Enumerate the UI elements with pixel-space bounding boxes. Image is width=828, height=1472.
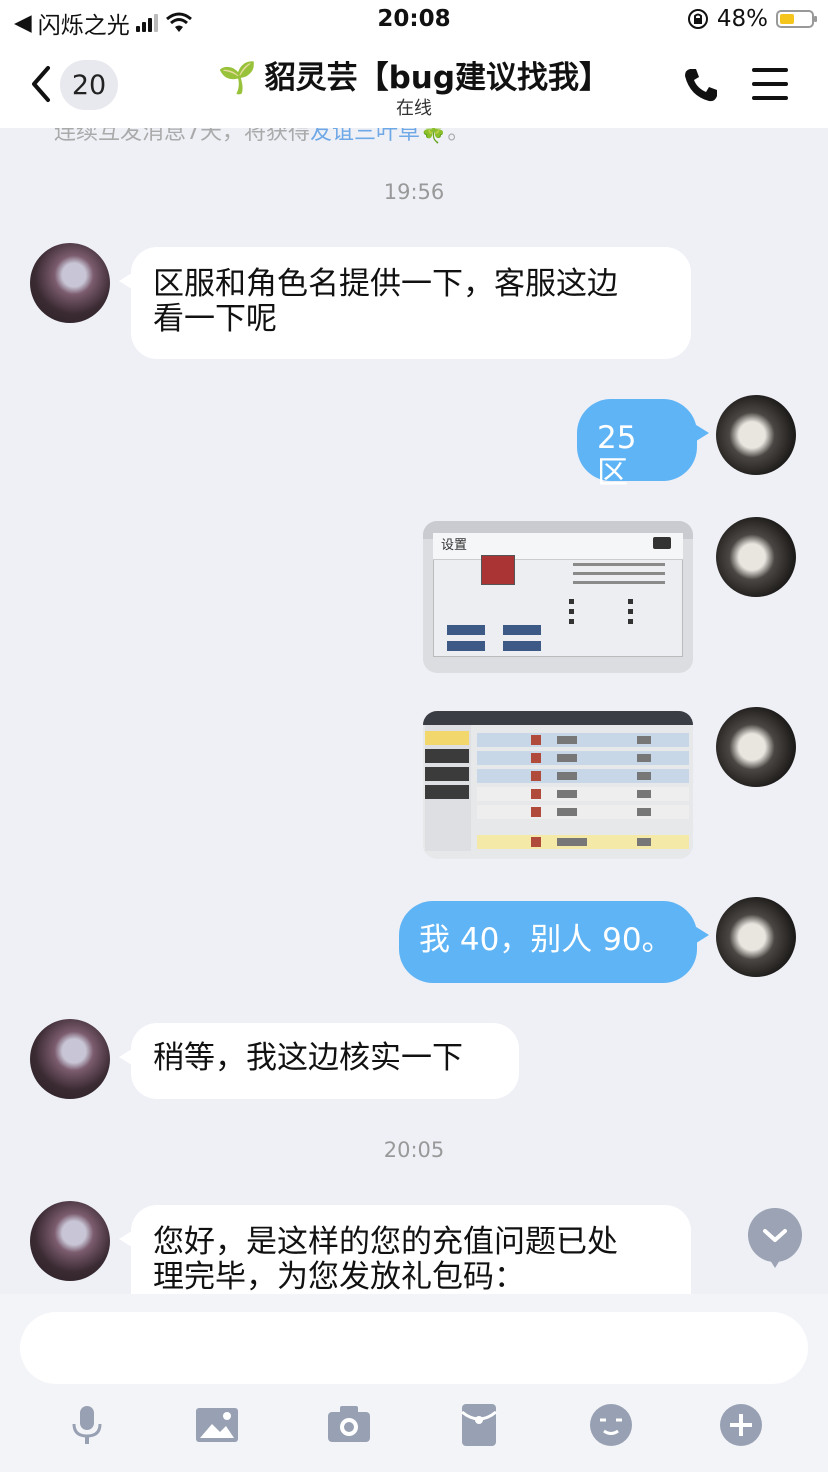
- image-icon[interactable]: [194, 1402, 240, 1448]
- rotation-lock-icon: [687, 9, 708, 29]
- red-packet-icon[interactable]: [456, 1402, 502, 1448]
- message-text: 25 区: [597, 420, 637, 491]
- message-bubble-outgoing[interactable]: 我 40，别人 90。: [399, 901, 709, 983]
- avatar[interactable]: [716, 897, 796, 977]
- avatar[interactable]: [30, 1019, 110, 1099]
- microphone-icon[interactable]: [64, 1402, 110, 1448]
- status-bar: ◀ 闪烁之光 20:08 48%: [0, 0, 828, 42]
- message-text: 我 40，别人 90。: [419, 922, 673, 958]
- message-input[interactable]: [20, 1312, 808, 1384]
- battery-percent: 48%: [716, 6, 768, 32]
- battery-icon: [776, 10, 817, 28]
- system-notice-text: 连续互发消息7天，将获得: [54, 128, 310, 145]
- message-bubble-incoming[interactable]: 稍等，我这边核实一下: [119, 1023, 519, 1099]
- emoji-icon[interactable]: [588, 1402, 634, 1448]
- message-bubble-outgoing[interactable]: 25 区: [577, 399, 709, 491]
- clover-icon-text: 🍀。: [420, 128, 470, 145]
- message-text: 区服和角色名提供一下，客服这边: [153, 266, 618, 302]
- chat-header: 20 🌱 貂灵芸【bug建议找我】 在线: [0, 42, 828, 128]
- composer: [0, 1294, 828, 1472]
- chevron-down-icon: [763, 1229, 787, 1242]
- message-bubble-incoming[interactable]: 区服和角色名提供一下，客服这边 看一下呢: [119, 247, 691, 359]
- avatar[interactable]: [716, 395, 796, 475]
- battery-fill: [780, 14, 795, 24]
- timestamp: 19:56: [383, 180, 445, 204]
- menu-icon[interactable]: [752, 68, 788, 100]
- system-notice: 连续互发消息7天，将获得友谊三叶草🍀。: [54, 128, 469, 146]
- message-text: 稍等，我这边核实一下: [153, 1040, 463, 1076]
- message-bubble-incoming[interactable]: 您好，是这样的您的充值问题已处 理完毕，为您发放礼包码：: [119, 1205, 691, 1295]
- message-text: 理完毕，为您发放礼包码：: [153, 1259, 525, 1295]
- avatar[interactable]: [30, 243, 110, 323]
- message-list[interactable]: 连续互发消息7天，将获得友谊三叶草🍀。 19:56 区服和角色名提供一下，客服这…: [0, 128, 828, 1294]
- contact-name: 貂灵芸【bug建议找我】: [264, 60, 611, 96]
- image-message-leaderboard[interactable]: [423, 711, 693, 859]
- avatar[interactable]: [30, 1201, 110, 1281]
- message-text: 看一下呢: [153, 301, 277, 337]
- friendship-clover-link[interactable]: 友谊三叶草: [310, 128, 420, 145]
- status-right: 48%: [687, 6, 817, 32]
- sprout-icon: 🌱: [217, 60, 257, 96]
- timestamp: 20:05: [383, 1138, 445, 1162]
- scroll-to-bottom-button[interactable]: [748, 1208, 802, 1268]
- camera-icon[interactable]: [326, 1402, 372, 1448]
- image-message-settings[interactable]: 设置: [423, 521, 693, 673]
- phone-icon[interactable]: [682, 66, 720, 104]
- avatar[interactable]: [716, 517, 796, 597]
- image-caption: 设置: [433, 533, 683, 560]
- message-text: 您好，是这样的您的充值问题已处: [153, 1224, 618, 1260]
- plus-icon[interactable]: [718, 1402, 764, 1448]
- avatar[interactable]: [716, 707, 796, 787]
